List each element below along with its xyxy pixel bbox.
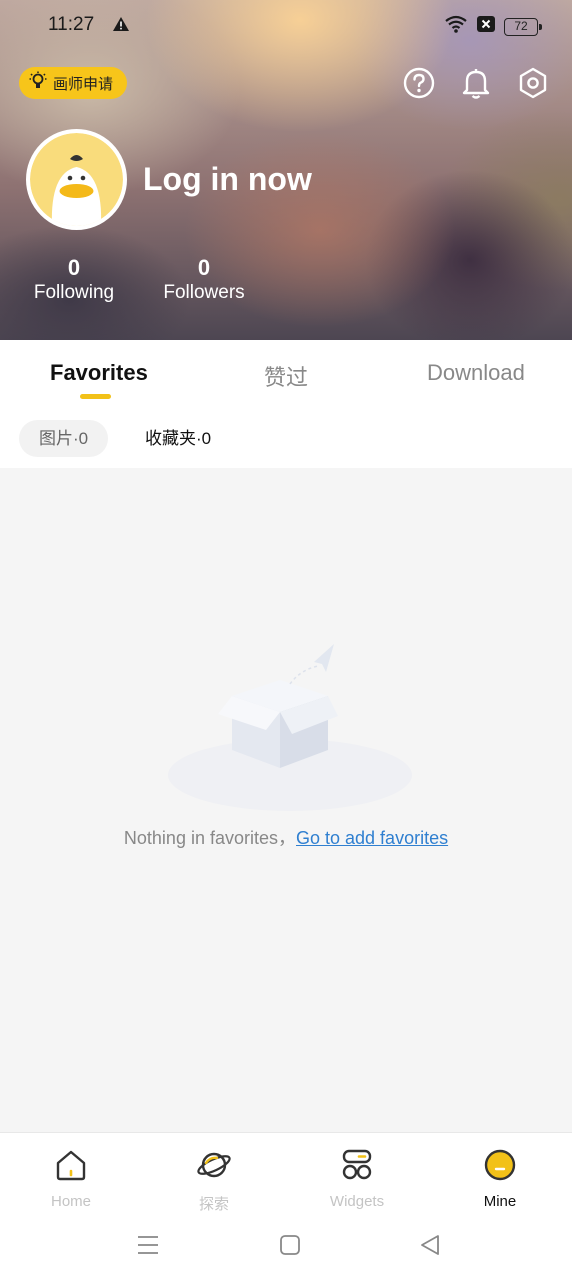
login-link[interactable]: Log in now (143, 161, 312, 198)
tab-favorites[interactable]: Favorites (50, 360, 148, 386)
followers-count: 0 (197, 255, 211, 280)
nav-explore-label: 探索 (198, 1196, 229, 1213)
artist-apply-label: 画师申请 (53, 75, 114, 93)
nav-mine[interactable]: Mine (450, 1147, 550, 1210)
subtab-collections[interactable]: 收藏夹·0 (125, 420, 231, 457)
following-count: 0 (67, 255, 81, 280)
empty-message: Nothing in favorites，Go to add favorites (0, 824, 572, 850)
tab-download[interactable]: Download (427, 360, 525, 386)
followers-label: Followers (163, 282, 245, 303)
followers-stat[interactable]: 0 Followers (156, 256, 252, 306)
nav-explore[interactable]: 探索 (164, 1147, 264, 1214)
nav-home-label: Home (50, 1193, 91, 1210)
settings-icon[interactable] (516, 66, 550, 100)
status-bar: 11:27 72 (0, 0, 572, 52)
tab-liked[interactable]: 赞过 (264, 360, 308, 392)
following-label: Following (33, 282, 115, 303)
help-icon[interactable] (402, 66, 436, 100)
active-tab-indicator (80, 394, 111, 399)
empty-box-illustration (160, 640, 420, 820)
sim-off-icon (476, 15, 496, 38)
nav-home[interactable]: Home (21, 1147, 121, 1210)
menu-icon[interactable] (137, 1234, 159, 1261)
nav-mine-label: Mine (483, 1193, 517, 1210)
sub-tabs: 图片·0 收藏夹·0 (0, 410, 572, 468)
bottom-nav: Home 探索 Widgets Mine (0, 1132, 572, 1216)
nav-widgets-label: Widgets (329, 1193, 385, 1210)
bell-icon[interactable] (459, 66, 493, 100)
avatar[interactable] (26, 129, 127, 230)
battery-icon: 72 (504, 17, 542, 36)
add-favorites-link[interactable]: Go to add favorites (296, 828, 448, 848)
status-time: 11:27 (48, 14, 95, 35)
lightbulb-icon (29, 71, 47, 95)
widgets-icon (307, 1147, 407, 1183)
content-tabs: Favorites 赞过 Download (0, 340, 572, 410)
warning-icon (112, 16, 130, 37)
nav-widgets[interactable]: Widgets (307, 1147, 407, 1210)
home-square-icon[interactable] (279, 1234, 301, 1261)
planet-icon (164, 1147, 264, 1183)
system-nav-bar (0, 1216, 572, 1280)
empty-message-text: Nothing in favorites， (123, 828, 296, 848)
profile-header: 11:27 72 画师申请 Log in now 0 Following 0 F… (0, 0, 572, 340)
artist-apply-button[interactable]: 画师申请 (19, 67, 128, 99)
wifi-icon (444, 14, 468, 39)
back-icon[interactable] (419, 1234, 441, 1261)
subtab-images[interactable]: 图片·0 (19, 420, 109, 457)
home-icon (21, 1147, 121, 1183)
following-stat[interactable]: 0 Following (26, 256, 122, 306)
mine-icon (450, 1147, 550, 1183)
